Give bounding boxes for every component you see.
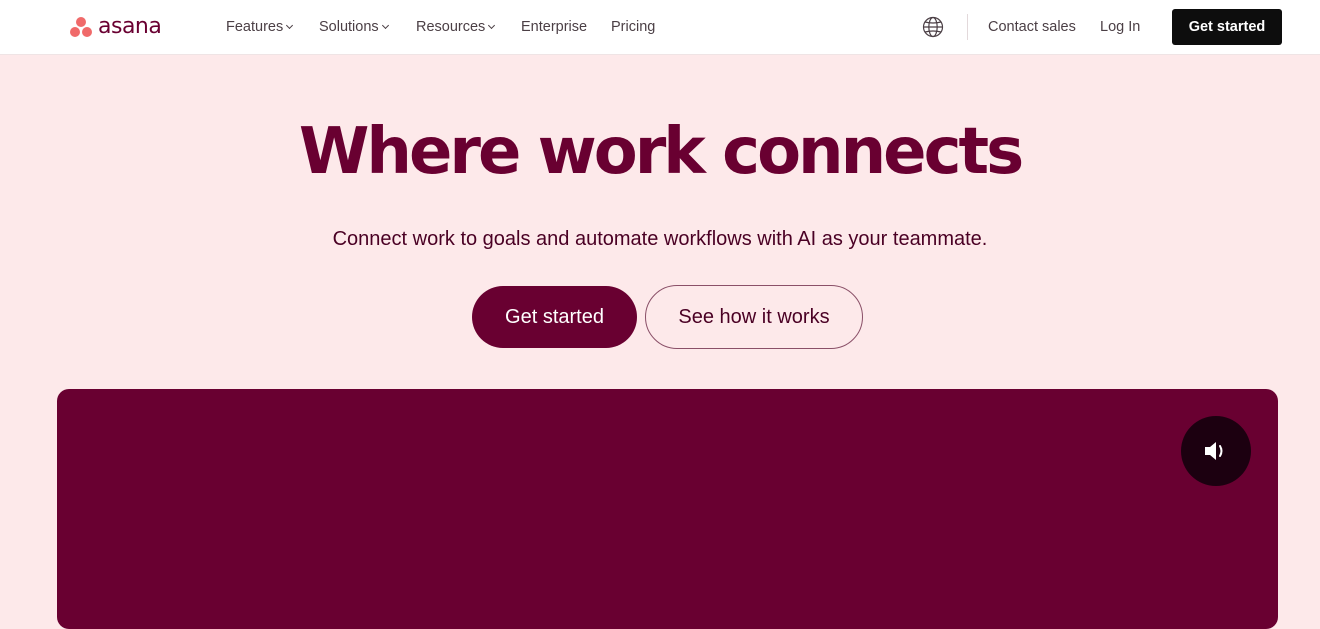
log-in-link[interactable]: Log In (1100, 18, 1140, 36)
nav-item-solutions[interactable]: Solutions (319, 18, 389, 36)
globe-icon[interactable] (922, 16, 944, 38)
top-navigation: asana Features Solutions Resources Enter… (0, 0, 1320, 55)
nav-item-label: Resources (416, 19, 486, 35)
chevron-down-icon (286, 21, 294, 30)
hero-title: Where work connects (298, 115, 1024, 189)
get-started-button[interactable]: Get started (472, 286, 637, 348)
sound-toggle-button[interactable] (1181, 416, 1251, 486)
nav-divider (967, 14, 968, 40)
nav-item-resources[interactable]: Resources (416, 18, 496, 36)
nav-item-label: Features (226, 19, 284, 35)
asana-logo[interactable]: asana (69, 14, 162, 40)
asana-mark-icon (69, 16, 93, 38)
contact-sales-link[interactable]: Contact sales (988, 18, 1076, 36)
logo-wordmark: asana (98, 14, 162, 39)
nav-item-features[interactable]: Features (226, 18, 294, 36)
hero-subtitle: Connect work to goals and automate workf… (332, 228, 988, 250)
chevron-down-icon (381, 21, 389, 30)
nav-item-enterprise[interactable]: Enterprise (521, 18, 587, 36)
nav-get-started-button[interactable]: Get started (1172, 9, 1282, 45)
nav-item-label: Solutions (319, 19, 379, 35)
nav-item-label: Enterprise (521, 19, 588, 35)
chevron-down-icon (488, 21, 496, 30)
nav-item-label: Pricing (611, 19, 656, 35)
nav-item-pricing[interactable]: Pricing (611, 18, 655, 36)
hero-video[interactable] (57, 389, 1278, 629)
speaker-icon (1205, 442, 1223, 460)
see-how-it-works-button[interactable]: See how it works (645, 285, 863, 349)
